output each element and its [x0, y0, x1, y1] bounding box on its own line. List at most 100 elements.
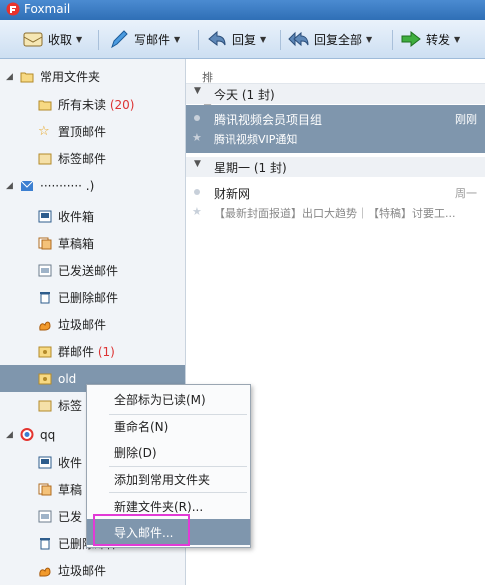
- sidebar-item-starred[interactable]: ☆ 置顶邮件: [0, 118, 185, 145]
- sidebar-item-label: 所有未读: [58, 98, 107, 112]
- mail-sender: 腾讯视频会员项目组: [214, 113, 323, 127]
- reply-all-button[interactable]: 回复全部 ▼: [288, 26, 372, 52]
- inbox-icon: [38, 456, 52, 469]
- title-bar: Foxmail: [0, 0, 485, 20]
- sidebar-item-label: 草稿箱: [58, 237, 95, 251]
- mail-group-label: 今天 (1 封): [214, 88, 275, 102]
- sidebar-item-label: 已发: [58, 510, 83, 524]
- trash-icon: [40, 538, 50, 550]
- mail-subject: 【最新封面报道】出口大趋势｜【特稿】讨要工...: [214, 207, 456, 220]
- compose-button[interactable]: 写邮件 ▼: [108, 26, 180, 52]
- folder-icon: [38, 100, 52, 111]
- sidebar-item-label: 群邮件: [58, 345, 95, 359]
- mail-item[interactable]: ★ 腾讯视频会员项目组 腾讯视频VIP通知 刚刚: [186, 105, 485, 153]
- sidebar-item-label: 标签邮件: [58, 152, 107, 166]
- chevron-down-icon[interactable]: ▼: [260, 35, 266, 44]
- forward-icon: [401, 30, 421, 48]
- chevron-down-icon[interactable]: ▼: [76, 35, 82, 44]
- expand-icon[interactable]: ◢: [6, 430, 13, 440]
- pen-icon: [111, 30, 128, 49]
- sidebar-item-label: 已发送邮件: [58, 264, 119, 278]
- account-icon: [20, 180, 34, 191]
- sidebar-item-label: 置顶邮件: [58, 125, 107, 139]
- account-label: ··········· .): [40, 178, 95, 193]
- menu-item-delete[interactable]: 删除(D): [87, 439, 250, 465]
- menu-item-label: 新建文件夹(R)...: [114, 500, 204, 514]
- sidebar-item-spam[interactable]: 垃圾邮件: [0, 557, 185, 584]
- forward-label: 转发: [426, 32, 451, 47]
- unread-dot-icon[interactable]: [194, 115, 200, 121]
- menu-item-label: 添加到常用文件夹: [114, 473, 211, 487]
- collapse-icon[interactable]: ▼: [194, 86, 201, 96]
- drafts-icon: [38, 237, 52, 250]
- app-title: Foxmail: [24, 2, 71, 16]
- tag-folder-icon: [38, 153, 52, 165]
- favorites-group[interactable]: ◢ 常用文件夹: [0, 63, 185, 90]
- sidebar-item-label: 标签: [58, 399, 83, 413]
- mail-item[interactable]: ★ 财新网 【最新封面报道】出口大趋势｜【特稿】讨要工... 周一: [186, 179, 485, 227]
- toolbar-divider: [198, 30, 199, 50]
- chevron-down-icon[interactable]: ▼: [174, 35, 180, 44]
- reply-button[interactable]: 回复 ▼: [206, 26, 266, 52]
- trash-icon: [40, 292, 50, 304]
- menu-item-label: 重命名(N): [114, 420, 169, 434]
- sent-icon: [38, 264, 52, 277]
- reply-label: 回复: [232, 32, 257, 47]
- chevron-down-icon[interactable]: ▼: [366, 35, 372, 44]
- folder-icon: [38, 373, 52, 385]
- account-icon: [20, 428, 34, 441]
- sidebar-item-label: 已删除邮件: [58, 291, 119, 305]
- toolbar: 收取 ▼ 写邮件 ▼ 回复 ▼ 回复全部 ▼ 转发 ▼: [0, 20, 485, 59]
- sidebar-item-group-mail[interactable]: 群邮件 (1): [0, 338, 185, 365]
- sidebar-item-sent[interactable]: 已发送邮件: [0, 257, 185, 284]
- favorites-label: 常用文件夹: [40, 70, 101, 84]
- mail-subject: 腾讯视频VIP通知: [214, 133, 298, 146]
- sidebar-item-spam[interactable]: 垃圾邮件: [0, 311, 185, 338]
- star-icon[interactable]: ★: [192, 131, 202, 144]
- sidebar-item-tagged[interactable]: 标签邮件: [0, 145, 185, 172]
- spam-icon: [39, 321, 51, 331]
- sidebar-item-inbox[interactable]: 收件箱: [0, 203, 185, 230]
- expand-icon[interactable]: ◢: [6, 181, 13, 191]
- toolbar-divider: [98, 30, 99, 50]
- sidebar-item-deleted[interactable]: 已删除邮件: [0, 284, 185, 311]
- sidebar-item-drafts[interactable]: 草稿箱: [0, 230, 185, 257]
- receive-icon: [23, 32, 43, 47]
- account-label: qq: [40, 427, 56, 442]
- star-icon[interactable]: ★: [192, 205, 202, 218]
- mail-sender: 财新网: [214, 187, 251, 201]
- sidebar-item-label: old: [58, 371, 77, 386]
- mail-group-label: 星期一 (1 封): [214, 161, 287, 175]
- mail-group-header[interactable]: ▼ 今天 (1 封): [186, 84, 485, 104]
- expand-icon[interactable]: ◢: [6, 72, 13, 82]
- chevron-down-icon[interactable]: ▼: [454, 35, 460, 44]
- drafts-icon: [38, 483, 52, 496]
- account-1[interactable]: ◢ ··········· .): [0, 172, 185, 199]
- unread-count: (1): [97, 345, 115, 359]
- menu-item-label: 全部标为已读(M): [114, 393, 206, 407]
- sidebar-item-all-unread[interactable]: 所有未读 (20): [0, 91, 185, 118]
- mail-time: 刚刚: [455, 113, 477, 126]
- menu-item-rename[interactable]: 重命名(N): [87, 413, 250, 439]
- receive-button[interactable]: 收取 ▼: [22, 26, 82, 52]
- sort-bar[interactable]: 排序:日期 ⌄: [186, 59, 485, 132]
- tag-folder-icon: [38, 400, 52, 412]
- sidebar-item-label: 垃圾邮件: [58, 318, 107, 332]
- mail-time: 周一: [455, 187, 477, 200]
- reply-all-icon: [288, 31, 309, 47]
- reply-all-label: 回复全部: [314, 32, 363, 47]
- chevron-down-icon[interactable]: ⌄: [202, 69, 210, 79]
- sidebar-item-label: 收件箱: [58, 210, 95, 224]
- mail-group-header[interactable]: ▼ 星期一 (1 封): [186, 157, 485, 177]
- inbox-icon: [38, 210, 52, 223]
- collapse-icon[interactable]: ▼: [194, 159, 201, 169]
- forward-button[interactable]: 转发 ▼: [400, 26, 460, 52]
- compose-label: 写邮件: [134, 32, 171, 47]
- menu-item-mark-all-read[interactable]: 全部标为已读(M): [87, 386, 250, 412]
- menu-item-add-to-favorites[interactable]: 添加到常用文件夹: [87, 466, 250, 492]
- unread-dot-icon[interactable]: [194, 189, 200, 195]
- toolbar-divider: [392, 30, 393, 50]
- foxmail-logo-icon: [6, 2, 20, 16]
- spam-icon: [39, 567, 51, 577]
- folder-icon: [20, 72, 34, 83]
